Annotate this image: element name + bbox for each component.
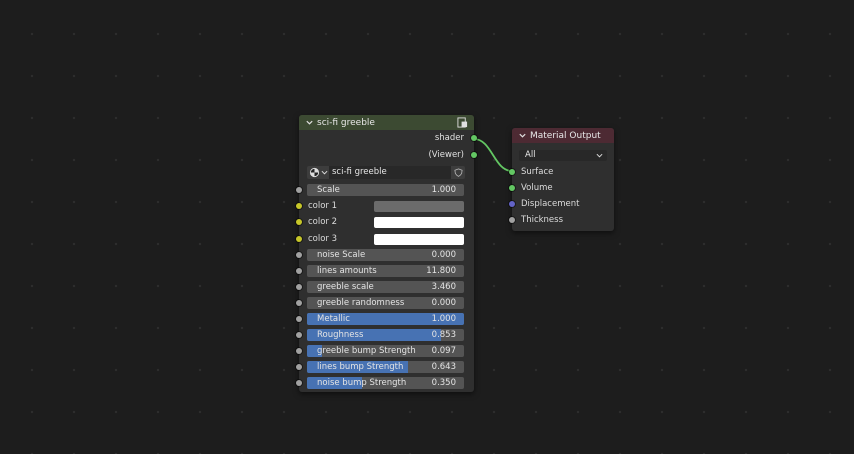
field-label: Metallic: [317, 314, 350, 324]
chevron-down-icon: [596, 153, 603, 158]
field-label: noise bump Strength: [317, 378, 407, 388]
chevron-down-icon[interactable]: [305, 118, 314, 127]
input-socket[interactable]: [509, 201, 515, 207]
color-swatch[interactable]: [374, 234, 464, 245]
field-value: 1.000: [431, 314, 456, 324]
color-input-label: color 3: [308, 234, 338, 244]
chevron-down-icon[interactable]: [518, 131, 527, 140]
value-field[interactable]: noise Scale 0.000: [307, 249, 464, 261]
input-socket[interactable]: [296, 300, 302, 306]
value-field[interactable]: greeble randomness 0.000: [307, 297, 464, 309]
color-input-label: color 1: [308, 201, 338, 211]
target-dropdown[interactable]: All: [519, 150, 607, 161]
field-value: 0.097: [431, 346, 456, 356]
node-editor-canvas[interactable]: { "group_node": { "title": "sci-fi greeb…: [0, 0, 854, 454]
input-socket[interactable]: [296, 219, 302, 225]
color-swatch[interactable]: [374, 217, 464, 228]
node-tree-icon[interactable]: [307, 166, 329, 179]
input-socket[interactable]: [296, 348, 302, 354]
field-label: lines amounts: [317, 266, 377, 276]
factor-slider[interactable]: greeble bump Strength 0.097: [307, 345, 464, 357]
input-socket[interactable]: [296, 236, 302, 242]
input-socket[interactable]: [509, 169, 515, 175]
value-field[interactable]: greeble scale 3.460: [307, 281, 464, 293]
field-label: lines bump Strength: [317, 362, 404, 372]
input-socket[interactable]: [509, 185, 515, 191]
output-socket[interactable]: [471, 152, 477, 158]
input-socket[interactable]: [296, 268, 302, 274]
factor-slider[interactable]: lines bump Strength 0.643: [307, 361, 464, 373]
group-node-sci-fi-greeble[interactable]: sci-fi greeble shader (Viewer) sci-fi gr…: [296, 115, 477, 392]
output-label-viewer: (Viewer): [428, 150, 464, 160]
field-value: 0.853: [431, 330, 456, 340]
field-value: 3.460: [431, 282, 456, 292]
shield-icon: [454, 168, 463, 177]
input-socket[interactable]: [296, 284, 302, 290]
node-tree-name[interactable]: sci-fi greeble: [332, 166, 387, 179]
input-socket[interactable]: [296, 380, 302, 386]
dropdown-arrow-icon: [321, 170, 328, 175]
input-label: Volume: [521, 183, 553, 193]
factor-slider[interactable]: Metallic 1.000: [307, 313, 464, 325]
field-value: 0.000: [431, 250, 456, 260]
input-label: Displacement: [521, 199, 580, 209]
input-socket[interactable]: [509, 217, 515, 223]
factor-slider[interactable]: Roughness 0.853: [307, 329, 464, 341]
field-label: greeble bump Strength: [317, 346, 416, 356]
input-socket[interactable]: [296, 203, 302, 209]
material-output-header[interactable]: Material Output: [512, 128, 614, 143]
group-node-title: sci-fi greeble: [317, 117, 375, 128]
field-label: greeble randomness: [317, 298, 405, 308]
value-field[interactable]: Scale 1.000: [307, 184, 464, 196]
input-socket[interactable]: [296, 252, 302, 258]
field-value: 11.800: [426, 266, 456, 276]
material-output-title: Material Output: [530, 130, 601, 141]
material-output-node[interactable]: Material Output All Surface Volume Displac…: [509, 128, 614, 231]
input-socket[interactable]: [296, 364, 302, 370]
input-socket[interactable]: [296, 332, 302, 338]
color-swatch[interactable]: [374, 201, 464, 212]
field-value: 0.643: [431, 362, 456, 372]
group-node-header[interactable]: sci-fi greeble: [299, 115, 474, 130]
field-label: noise Scale: [317, 250, 366, 260]
node-group-icon[interactable]: [457, 117, 468, 128]
field-label: Roughness: [317, 330, 364, 340]
node-tree-selector[interactable]: sci-fi greeble: [307, 166, 465, 179]
field-value: 1.000: [431, 185, 456, 195]
input-socket[interactable]: [296, 316, 302, 322]
output-socket[interactable]: [471, 135, 477, 141]
input-label: Surface: [521, 167, 554, 177]
input-label: Thickness: [521, 215, 564, 225]
output-label-shader: shader: [434, 133, 464, 143]
field-label: Scale: [317, 185, 340, 195]
factor-slider[interactable]: noise bump Strength 0.350: [307, 377, 464, 389]
color-input-label: color 2: [308, 217, 338, 227]
target-dropdown-value: All: [525, 150, 536, 160]
input-socket[interactable]: [296, 187, 302, 193]
field-value: 0.000: [431, 298, 456, 308]
field-value: 0.350: [431, 378, 456, 388]
field-label: greeble scale: [317, 282, 374, 292]
fake-user-shield-button[interactable]: [451, 166, 465, 179]
value-field[interactable]: lines amounts 11.800: [307, 265, 464, 277]
